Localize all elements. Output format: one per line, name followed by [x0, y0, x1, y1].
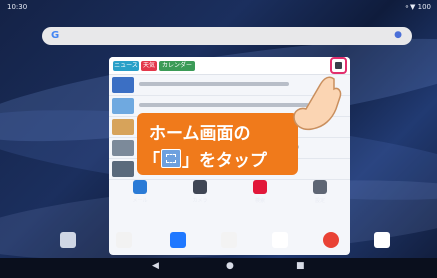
pointing-hand-icon [293, 76, 342, 131]
tab-news[interactable]: ニュース [113, 61, 139, 71]
tab-calendar[interactable]: カレンダー [159, 61, 195, 71]
dock [0, 230, 437, 258]
news-thumbnail [112, 77, 134, 93]
news-thumbnail [112, 161, 134, 177]
mic-icon[interactable]: ● [394, 30, 402, 40]
mail-icon [133, 180, 147, 194]
home-button[interactable]: ● [226, 261, 234, 271]
app-search[interactable]: 検索 [245, 178, 275, 208]
status-icons: ⚬▼ 100 [404, 3, 431, 11]
yahoo-news-icon[interactable] [272, 232, 288, 248]
tab-weather[interactable]: 天気 [141, 61, 157, 71]
navigation-bar: ◀ ● ■ [0, 258, 437, 278]
instruction-callout: ホーム画面の 「 」をタップ [137, 113, 298, 175]
app-label: 設定 [314, 198, 325, 204]
expand-widget-button[interactable] [330, 57, 347, 74]
apps-folder-icon[interactable] [116, 232, 132, 248]
google-logo-icon: G [51, 30, 60, 41]
callout-tap-text: 」をタップ [182, 151, 267, 171]
status-bar: 10:30 ⚬▼ 100 [0, 0, 437, 14]
callout-line1: ホーム画面の [149, 124, 251, 144]
play-store-icon[interactable] [374, 232, 390, 248]
callout-bracket-open: 「 [143, 151, 160, 171]
app-row: メール カメラ 検索 設定 [109, 178, 350, 206]
news-thumbnail [112, 98, 134, 114]
app-label: メール [132, 198, 148, 204]
camera-icon [193, 180, 207, 194]
app-settings[interactable]: 設定 [305, 178, 335, 208]
news-headline [139, 82, 289, 86]
news-thumbnail [112, 140, 134, 156]
google-search-bar[interactable]: G ● [42, 27, 412, 45]
settings-icon [313, 180, 327, 194]
recent-apps-button[interactable]: ■ [296, 261, 305, 271]
back-button[interactable]: ◀ [152, 261, 159, 271]
app-label: 検索 [254, 198, 265, 204]
clock: 10:30 [7, 3, 28, 11]
app-mail[interactable]: メール [125, 178, 155, 208]
app-camera[interactable]: カメラ [185, 178, 215, 208]
app-label: カメラ [192, 198, 208, 204]
expand-widget-icon [161, 149, 181, 168]
video-icon[interactable] [170, 232, 186, 248]
yahoo-icon [253, 180, 267, 194]
callout-line2: 「 」をタップ [143, 146, 267, 171]
folder-icon[interactable] [60, 232, 76, 248]
news-thumbnail [112, 119, 134, 135]
expand-widget-icon [335, 62, 342, 69]
tv-icon[interactable] [221, 232, 237, 248]
chrome-icon[interactable] [323, 232, 339, 248]
